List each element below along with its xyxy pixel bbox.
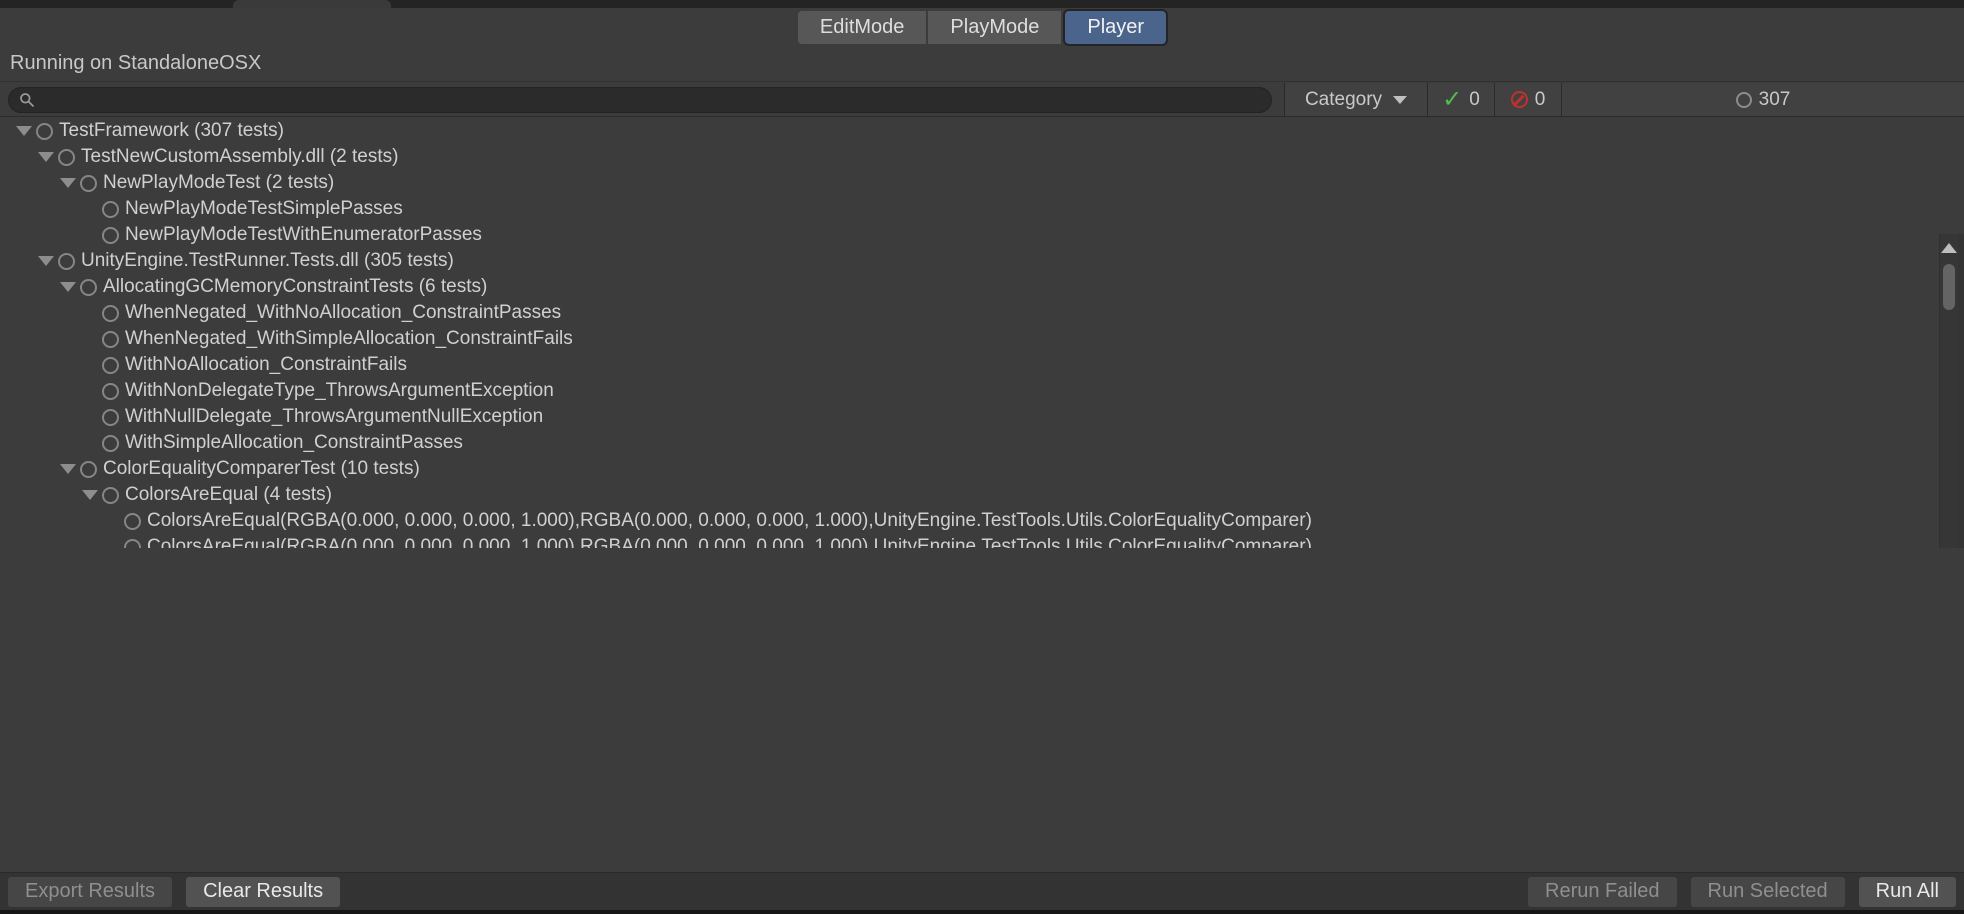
tree-row[interactable]: AllocatingGCMemoryConstraintTests (6 tes… [0,274,1938,300]
vertical-scrollbar[interactable] [1939,234,1958,549]
test-status-icon [102,435,119,452]
test-tree: TestFramework (307 tests) TestNewCustomAs… [0,118,1938,549]
tree-row[interactable]: WithSimpleAllocation_ConstraintPasses [0,430,1938,456]
failed-no-entry-icon [1511,91,1528,108]
tree-row-label: ColorsAreEqual (4 tests) [125,484,332,506]
not-run-count: 307 [1759,89,1791,111]
tree-row-label: NewPlayModeTestWithEnumeratorPasses [125,224,482,246]
test-status-icon [102,357,119,374]
scrollbar-thumb[interactable] [1943,264,1955,310]
foldout-triangle-icon[interactable] [56,464,80,474]
tree-row-label: AllocatingGCMemoryConstraintTests (6 tes… [103,276,487,298]
tree-row-label: WhenNegated_WithSimpleAllocation_Constra… [125,328,573,350]
test-status-icon [102,487,119,504]
tree-row-label: ColorEqualityComparerTest (10 tests) [103,458,420,480]
foldout-triangle-icon[interactable] [56,282,80,292]
test-status-icon [80,279,97,296]
tree-row-label: WithNullDelegate_ThrowsArgumentNullExcep… [125,406,543,428]
test-status-icon [58,253,75,270]
foldout-triangle-icon[interactable] [78,490,102,500]
window-bottom-edge [0,910,1964,914]
footer-toolbar: Export Results Clear Results Rerun Failed… [0,872,1964,910]
tree-row-label: NewPlayModeTest (2 tests) [103,172,334,194]
running-target-label: Running on StandaloneOSX [10,52,261,75]
foldout-triangle-icon[interactable] [56,178,80,188]
tree-row[interactable]: WithNullDelegate_ThrowsArgumentNullExcep… [0,404,1938,430]
tree-row-label: TestFramework (307 tests) [59,120,284,142]
mode-tabs: EditModePlayModePlayer [0,8,1964,46]
search-input[interactable] [41,88,1263,112]
panel-right-edge [1958,234,1964,549]
tree-row[interactable]: WithNonDelegateType_ThrowsArgumentExcept… [0,378,1938,404]
export-results-button: Export Results [8,877,172,907]
foldout-triangle-icon[interactable] [34,256,58,266]
filter-toolbar: Category ✓ 0 0 307 [0,83,1964,116]
test-status-icon [102,201,119,218]
mode-tab-player[interactable]: Player [1065,11,1166,44]
tree-row[interactable]: NewPlayModeTest (2 tests) [0,170,1938,196]
search-icon [19,92,35,108]
test-status-icon [80,175,97,192]
mode-tab-editmode[interactable]: EditMode [798,11,927,44]
test-detail-panel [0,548,1964,872]
category-label: Category [1305,89,1382,111]
not-run-filter-button[interactable]: 307 [1561,83,1964,116]
foldout-triangle-icon[interactable] [34,152,58,162]
tree-row-label: TestNewCustomAssembly.dll (2 tests) [81,146,398,168]
tree-row-label: UnityEngine.TestRunner.Tests.dll (305 te… [81,250,454,272]
tree-row-label: WithNonDelegateType_ThrowsArgumentExcept… [125,380,554,402]
tree-row[interactable]: ColorsAreEqual (4 tests) [0,482,1938,508]
clear-results-button[interactable]: Clear Results [186,877,340,907]
chevron-down-icon [1393,96,1407,104]
tree-row[interactable]: ColorsAreEqual(RGBA(0.000, 0.000, 0.000,… [0,534,1938,549]
tree-row[interactable]: TestFramework (307 tests) [0,118,1938,144]
tree-row[interactable]: ColorsAreEqual(RGBA(0.000, 0.000, 0.000,… [0,508,1938,534]
tree-row[interactable]: WhenNegated_WithSimpleAllocation_Constra… [0,326,1938,352]
window-tab-notch [233,0,391,8]
footer-left-buttons: Export Results Clear Results [8,877,354,907]
test-status-icon [102,227,119,244]
test-status-icon [36,123,53,140]
passed-count: 0 [1469,89,1480,111]
test-status-icon [102,305,119,322]
footer-right-buttons: Rerun Failed Run Selected Run All [1528,877,1956,907]
filter-buttons: Category ✓ 0 0 307 [1284,83,1964,116]
tree-row[interactable]: NewPlayModeTestWithEnumeratorPasses [0,222,1938,248]
run-all-button[interactable]: Run All [1859,877,1956,907]
rerun-failed-button: Rerun Failed [1528,877,1677,907]
tree-row-label: ColorsAreEqual(RGBA(0.000, 0.000, 0.000,… [147,510,1312,532]
failed-count: 0 [1535,89,1546,111]
tree-row[interactable]: WhenNegated_WithNoAllocation_ConstraintP… [0,300,1938,326]
mode-tab-playmode[interactable]: PlayMode [928,11,1061,44]
status-row: Running on StandaloneOSX [0,46,1964,82]
scroll-up-arrow-icon[interactable] [1941,243,1957,253]
test-status-icon [102,409,119,426]
test-tree-panel: TestFramework (307 tests) TestNewCustomAs… [0,116,1964,549]
test-status-icon [102,331,119,348]
tree-row[interactable]: NewPlayModeTestSimplePasses [0,196,1938,222]
passed-filter-button[interactable]: ✓ 0 [1427,83,1494,116]
tree-row-label: WhenNegated_WithNoAllocation_ConstraintP… [125,302,561,324]
tree-row-label: WithSimpleAllocation_ConstraintPasses [125,432,463,454]
foldout-triangle-icon[interactable] [12,126,36,136]
run-selected-button: Run Selected [1691,877,1845,907]
test-status-icon [80,461,97,478]
tree-row-label: NewPlayModeTestSimplePasses [125,198,403,220]
window-top-strip [0,0,1964,8]
passed-check-icon: ✓ [1442,88,1462,112]
not-run-circle-icon [1736,92,1752,108]
tree-row-label: WithNoAllocation_ConstraintFails [125,354,407,376]
search-box[interactable] [8,87,1272,113]
tree-row[interactable]: ColorEqualityComparerTest (10 tests) [0,456,1938,482]
test-status-icon [124,513,141,530]
tree-row[interactable]: UnityEngine.TestRunner.Tests.dll (305 te… [0,248,1938,274]
tree-row[interactable]: WithNoAllocation_ConstraintFails [0,352,1938,378]
category-dropdown[interactable]: Category [1284,83,1427,116]
test-status-icon [102,383,119,400]
tree-row[interactable]: TestNewCustomAssembly.dll (2 tests) [0,144,1938,170]
test-status-icon [58,149,75,166]
failed-filter-button[interactable]: 0 [1494,83,1561,116]
